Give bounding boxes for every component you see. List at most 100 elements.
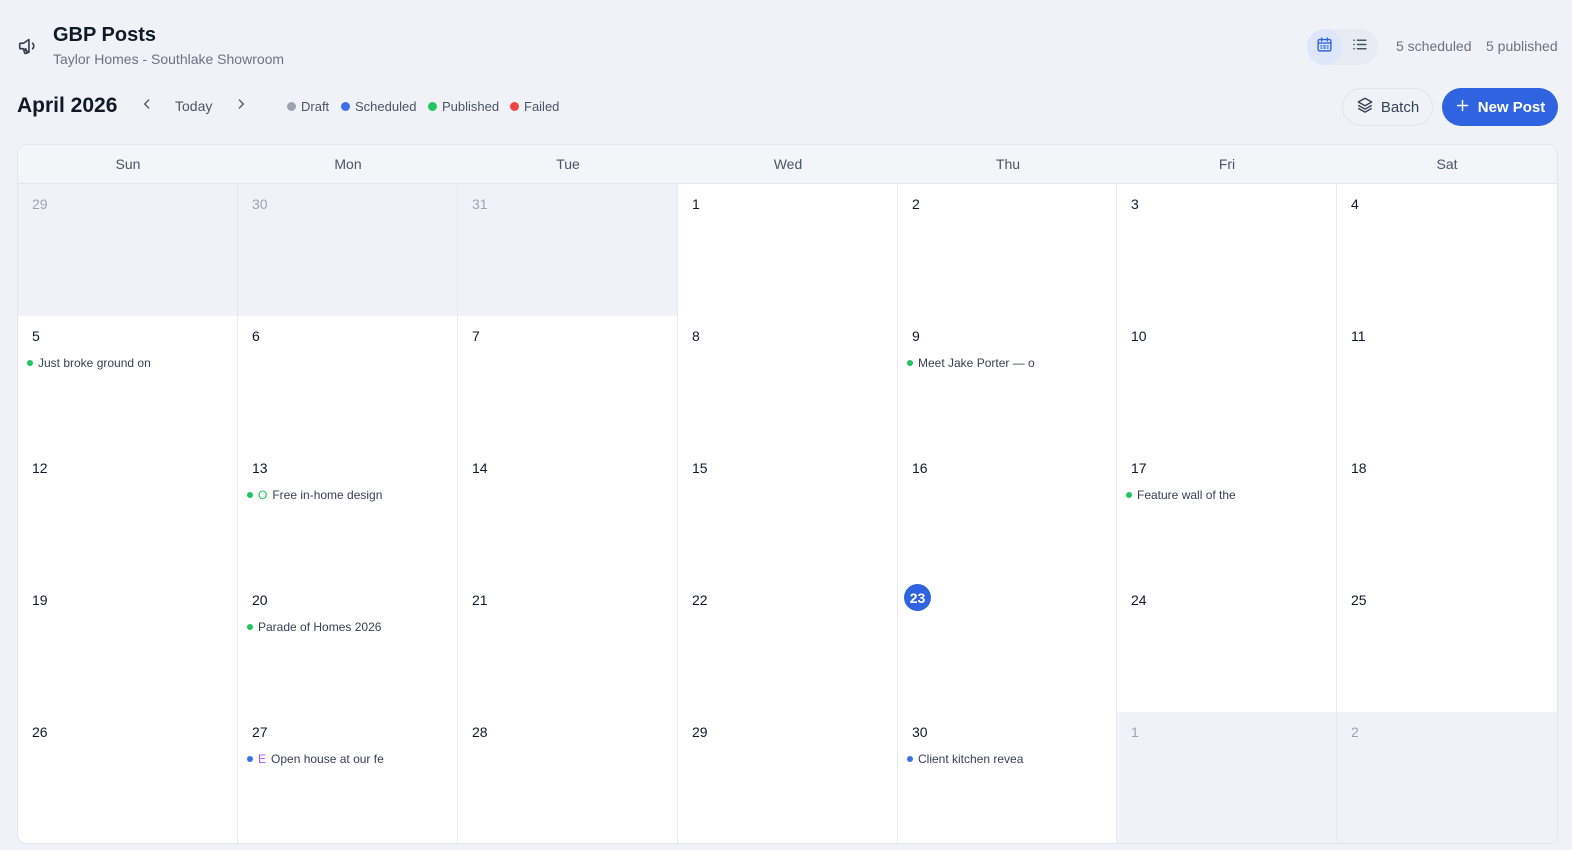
- calendar-view-button[interactable]: [1307, 29, 1342, 65]
- day-number: 17: [1131, 460, 1147, 476]
- calendar-day-cell[interactable]: 29: [18, 184, 238, 317]
- calendar-day-cell[interactable]: 13 O Free in-home design: [238, 448, 458, 581]
- today-button[interactable]: Today: [175, 98, 212, 114]
- calendar-day-cell[interactable]: 30: [238, 184, 458, 317]
- weekday-fri: Fri: [1218, 156, 1236, 172]
- calendar-day-cell[interactable]: 20 Parade of Homes 2026: [238, 580, 458, 713]
- calendar-day-cell[interactable]: 4: [1337, 184, 1557, 317]
- day-number: 6: [252, 328, 260, 344]
- post-title: Client kitchen revea: [918, 752, 1024, 766]
- post-status-dot: [247, 624, 253, 630]
- calendar-day-cell[interactable]: 30 Client kitchen revea: [898, 712, 1117, 843]
- post-chip[interactable]: Parade of Homes 2026: [247, 620, 381, 634]
- calendar-day-cell[interactable]: 22: [678, 580, 898, 713]
- day-number: 1: [1131, 724, 1139, 740]
- day-number: 18: [1351, 460, 1367, 476]
- legend-dot: [341, 102, 350, 111]
- calendar-day-cell[interactable]: 18: [1337, 448, 1557, 581]
- day-number: 5: [32, 328, 40, 344]
- day-number: 19: [32, 592, 48, 608]
- post-status-dot: [247, 492, 253, 498]
- day-number: 10: [1131, 328, 1147, 344]
- calendar-day-cell[interactable]: 25: [1337, 580, 1557, 713]
- chevron-left-icon: [140, 97, 154, 116]
- day-number: 29: [692, 724, 708, 740]
- post-title: Meet Jake Porter — o: [918, 356, 1035, 370]
- batch-button[interactable]: Batch: [1342, 88, 1433, 126]
- post-chip[interactable]: Client kitchen revea: [907, 752, 1023, 766]
- calendar-day-cell[interactable]: 8: [678, 316, 898, 449]
- day-number: 25: [1351, 592, 1367, 608]
- calendar-day-cell[interactable]: 12: [18, 448, 238, 581]
- calendar-day-cell[interactable]: 24: [1117, 580, 1337, 713]
- month-calendar: Sun Mon Tue Wed Thu Fri Sat 29 30 31 1 2 3 4 5 Just br…: [17, 144, 1558, 844]
- prev-month-button[interactable]: [137, 96, 157, 116]
- list-view-button[interactable]: [1342, 29, 1377, 65]
- new-post-label: New Post: [1477, 98, 1546, 116]
- new-post-button[interactable]: New Post: [1442, 88, 1558, 126]
- day-number: 16: [912, 460, 928, 476]
- day-number: 7: [472, 328, 480, 344]
- calendar-day-cell[interactable]: 11: [1337, 316, 1557, 449]
- day-number: 21: [472, 592, 488, 608]
- next-month-button[interactable]: [231, 96, 251, 116]
- month-label: April 2026: [17, 94, 118, 117]
- legend-label: Scheduled: [355, 99, 417, 114]
- post-status-dot: [907, 756, 913, 762]
- day-number: 2: [912, 196, 920, 212]
- day-number: 15: [692, 460, 708, 476]
- day-number: 27: [252, 724, 268, 740]
- calendar-day-cell[interactable]: 2: [1337, 712, 1557, 843]
- weekday-sat: Sat: [1436, 156, 1458, 172]
- weekday-wed: Wed: [773, 156, 803, 172]
- calendar-day-cell[interactable]: 7: [458, 316, 678, 449]
- post-chip[interactable]: E Open house at our fe: [247, 752, 384, 766]
- calendar-day-cell[interactable]: 27 E Open house at our fe: [238, 712, 458, 843]
- batch-label: Batch: [1380, 98, 1420, 116]
- post-badge: E: [258, 752, 267, 766]
- calendar-day-cell[interactable]: 21: [458, 580, 678, 713]
- published-count: 5 published: [1486, 38, 1558, 54]
- calendar-day-cell[interactable]: 15: [678, 448, 898, 581]
- calendar-day-cell[interactable]: 19: [18, 580, 238, 713]
- legend-label: Failed: [524, 99, 560, 114]
- list-icon: [1351, 36, 1368, 58]
- calendar-day-cell[interactable]: 2: [898, 184, 1117, 317]
- post-chip[interactable]: O Free in-home design: [247, 488, 382, 502]
- calendar-icon: [1316, 36, 1333, 58]
- calendar-day-cell[interactable]: 14: [458, 448, 678, 581]
- weekday-sun: Sun: [115, 156, 141, 172]
- calendar-day-cell[interactable]: 5 Just broke ground on: [18, 316, 238, 449]
- plus-icon: [1455, 98, 1470, 117]
- legend-dot: [428, 102, 437, 111]
- post-title: Free in-home design: [272, 488, 383, 502]
- day-number: 30: [252, 196, 268, 212]
- post-status-dot: [1126, 492, 1132, 498]
- legend-label: Draft: [301, 99, 330, 114]
- post-chip[interactable]: Feature wall of the: [1126, 488, 1236, 502]
- day-number: 13: [252, 460, 268, 476]
- post-chip[interactable]: Meet Jake Porter — o: [907, 356, 1035, 370]
- calendar-day-cell[interactable]: 31: [458, 184, 678, 317]
- day-number: 11: [1351, 328, 1366, 344]
- layers-icon: [1356, 96, 1374, 118]
- calendar-day-cell[interactable]: 10: [1117, 316, 1337, 449]
- calendar-day-cell[interactable]: 1: [1117, 712, 1337, 843]
- calendar-day-cell[interactable]: 17 Feature wall of the: [1117, 448, 1337, 581]
- calendar-day-cell[interactable]: 26: [18, 712, 238, 843]
- calendar-day-cell[interactable]: 9 Meet Jake Porter — o: [898, 316, 1117, 449]
- calendar-day-cell[interactable]: 28: [458, 712, 678, 843]
- calendar-day-cell[interactable]: 29: [678, 712, 898, 843]
- legend-label: Published: [442, 99, 500, 114]
- calendar-day-cell[interactable]: 3: [1117, 184, 1337, 317]
- calendar-day-cell[interactable]: 6: [238, 316, 458, 449]
- calendar-day-cell[interactable]: 1: [678, 184, 898, 317]
- post-chip[interactable]: Just broke ground on: [27, 356, 151, 370]
- calendar-day-cell[interactable]: 16: [898, 448, 1117, 581]
- post-title: Just broke ground on: [38, 356, 151, 370]
- calendar-day-cell[interactable]: 23: [898, 580, 1117, 713]
- post-status-dot: [247, 756, 253, 762]
- day-number: 24: [1131, 592, 1147, 608]
- legend-published: Published: [428, 99, 499, 114]
- post-title: Feature wall of the: [1137, 488, 1236, 502]
